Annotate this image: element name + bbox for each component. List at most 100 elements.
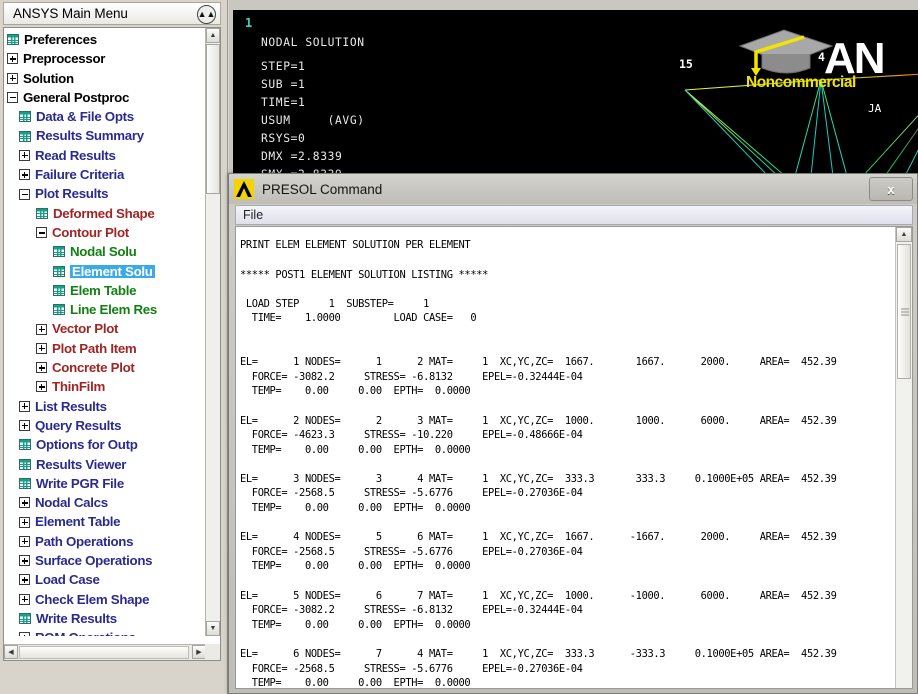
tree-expand-plus-icon[interactable] <box>19 497 30 509</box>
tree-expand-plus-icon[interactable] <box>19 149 30 161</box>
node-label-15: 15 <box>679 57 693 71</box>
tree-item-path-operations[interactable]: Path Operations <box>4 532 206 551</box>
main-menu-tree-frame: Preferences Preprocessor Solution General P… <box>3 27 221 661</box>
tree-leaf-grid-icon[interactable] <box>19 613 31 625</box>
scroll-up-arrow-icon[interactable]: ▲ <box>206 28 220 43</box>
tree-expand-plus-icon[interactable] <box>36 381 47 393</box>
menu-item-file[interactable]: File <box>236 206 270 224</box>
tree-expand-plus-icon[interactable] <box>19 574 30 586</box>
tree-item-plot-path-item[interactable]: Plot Path Item <box>4 339 206 358</box>
ansys-application-window: ANSYS Main Menu ▲▲ Preferences Preprocess… <box>0 0 918 694</box>
tree-expand-plus-icon[interactable] <box>19 420 30 432</box>
tree-expand-plus-icon[interactable] <box>7 53 18 65</box>
tree-item-label: Vector Plot <box>52 321 119 337</box>
tree-item-failure-criteria[interactable]: Failure Criteria <box>4 165 206 184</box>
tree-item-element-table[interactable]: Element Table <box>4 512 206 531</box>
presol-vertical-scrollbar[interactable]: ▲ <box>895 227 912 688</box>
scrollbar-corner <box>205 644 220 660</box>
tree-item-line-elem-res[interactable]: Line Elem Res <box>4 300 206 319</box>
tree-item-results-summary[interactable]: Results Summary <box>4 126 206 145</box>
tree-item-contour-plot[interactable]: Contour Plot <box>4 223 206 242</box>
tree-item-label: Path Operations <box>35 533 134 549</box>
tree-item-elem-table[interactable]: Elem Table <box>4 281 206 300</box>
tree-expand-plus-icon[interactable] <box>19 555 30 567</box>
tree-item-label: Line Elem Res <box>70 302 157 318</box>
noncommercial-label: Noncommercial <box>746 74 856 91</box>
double-chevron-up-icon[interactable]: ▲▲ <box>197 5 216 24</box>
tree-item-data-file-opts[interactable]: Data & File Opts <box>4 107 206 126</box>
tree-item-thinfilm[interactable]: ThinFilm <box>4 377 206 396</box>
tree-item-label: Results Summary <box>36 128 144 144</box>
tree-item-write-pgr-file[interactable]: Write PGR File <box>4 474 206 493</box>
tree-item-label: Solution <box>23 70 74 86</box>
tree-item-plot-results[interactable]: Plot Results <box>4 184 206 203</box>
graphics-canvas[interactable]: 1 NODAL SOLUTION STEP=1 SUB =1 TIME=1 US… <box>233 10 918 176</box>
ansys-a-icon <box>234 179 254 199</box>
tree-item-element-solu[interactable]: Element Solu <box>4 262 206 281</box>
tree-item-query-results[interactable]: Query Results <box>4 416 206 435</box>
tree-item-label: General Postproc <box>23 89 130 105</box>
tree-expand-plus-icon[interactable] <box>19 535 30 547</box>
tree-item-nodal-solu[interactable]: Nodal Solu <box>4 242 206 261</box>
tree-item-solution[interactable]: Solution <box>4 69 206 88</box>
tree-item-surface-operations[interactable]: Surface Operations <box>4 551 206 570</box>
presol-title-bar[interactable]: PRESOL Command x <box>229 174 917 204</box>
tree-vscroll-thumb[interactable] <box>206 44 220 194</box>
tree-vertical-scrollbar[interactable]: ▲ ▼ <box>205 28 220 636</box>
close-icon[interactable]: x <box>869 177 913 201</box>
tree-expand-plus-icon[interactable] <box>19 516 30 528</box>
tree-collapse-minus-icon[interactable] <box>36 227 47 239</box>
tree-expand-plus-icon[interactable] <box>19 169 30 181</box>
tree-leaf-grid-icon[interactable] <box>19 477 31 489</box>
tree-expand-plus-icon[interactable] <box>36 323 47 335</box>
tree-horizontal-scrollbar[interactable]: ◀ ▶ <box>4 644 206 660</box>
tree-leaf-grid-icon[interactable] <box>19 111 31 123</box>
tree-item-label: Contour Plot <box>52 224 129 240</box>
tree-item-list-results[interactable]: List Results <box>4 397 206 416</box>
tree-leaf-grid-icon[interactable] <box>19 439 31 451</box>
tree-leaf-grid-icon[interactable] <box>53 304 65 316</box>
tree-item-concrete-plot[interactable]: Concrete Plot <box>4 358 206 377</box>
tree-item-label: Data & File Opts <box>36 109 134 125</box>
scroll-thumb-grip-icon <box>901 308 909 315</box>
tree-item-check-elem-shape[interactable]: Check Elem Shape <box>4 590 206 609</box>
presol-menu-bar[interactable]: File <box>235 205 913 225</box>
tree-leaf-grid-icon[interactable] <box>53 265 65 277</box>
tree-collapse-minus-icon[interactable] <box>7 92 18 104</box>
scroll-right-arrow-icon[interactable]: ▶ <box>192 645 206 659</box>
tree-leaf-grid-icon[interactable] <box>36 207 48 219</box>
tree-item-options-for-outp[interactable]: Options for Outp <box>4 435 206 454</box>
tree-expand-plus-icon[interactable] <box>19 400 30 412</box>
tree-item-write-results[interactable]: Write Results <box>4 609 206 628</box>
tree-item-results-viewer[interactable]: Results Viewer <box>4 455 206 474</box>
tree-item-vector-plot[interactable]: Vector Plot <box>4 319 206 338</box>
tree-item-rom-operations[interactable]: ROM Operations <box>4 628 206 636</box>
tree-item-deformed-shape[interactable]: Deformed Shape <box>4 204 206 223</box>
scroll-down-arrow-icon[interactable]: ▼ <box>206 621 220 636</box>
tree-expand-plus-icon[interactable] <box>7 72 18 84</box>
tree-leaf-grid-icon[interactable] <box>19 458 31 470</box>
tree-hscroll-thumb[interactable] <box>19 646 189 659</box>
tree-collapse-minus-icon[interactable] <box>19 188 30 200</box>
tree-item-general-postproc[interactable]: General Postproc <box>4 88 206 107</box>
tree-expand-plus-icon[interactable] <box>36 362 47 374</box>
tree-expand-plus-icon[interactable] <box>19 593 30 605</box>
tree-leaf-grid-icon[interactable] <box>53 285 65 296</box>
tree-leaf-grid-icon[interactable] <box>19 130 31 142</box>
presol-text-area[interactable]: PRINT ELEM ELEMENT SOLUTION PER ELEMENT … <box>235 226 913 689</box>
tree-expand-plus-icon[interactable] <box>19 632 30 636</box>
presol-scroll-up-arrow-icon[interactable]: ▲ <box>896 227 912 242</box>
presol-vscroll-thumb[interactable] <box>897 244 911 379</box>
main-menu-tree[interactable]: Preferences Preprocessor Solution General P… <box>4 28 206 636</box>
tree-item-nodal-calcs[interactable]: Nodal Calcs <box>4 493 206 512</box>
tree-item-label: Load Case <box>35 572 100 588</box>
tree-leaf-grid-icon[interactable] <box>53 246 65 258</box>
tree-item-read-results[interactable]: Read Results <box>4 146 206 165</box>
tree-expand-plus-icon[interactable] <box>36 342 47 354</box>
tree-item-load-case[interactable]: Load Case <box>4 570 206 589</box>
tree-leaf-grid-icon[interactable] <box>7 34 19 46</box>
tree-item-preprocessor[interactable]: Preprocessor <box>4 49 206 68</box>
tree-item-label: Query Results <box>35 417 122 433</box>
tree-item-preferences[interactable]: Preferences <box>4 30 206 49</box>
scroll-left-arrow-icon[interactable]: ◀ <box>4 645 18 659</box>
